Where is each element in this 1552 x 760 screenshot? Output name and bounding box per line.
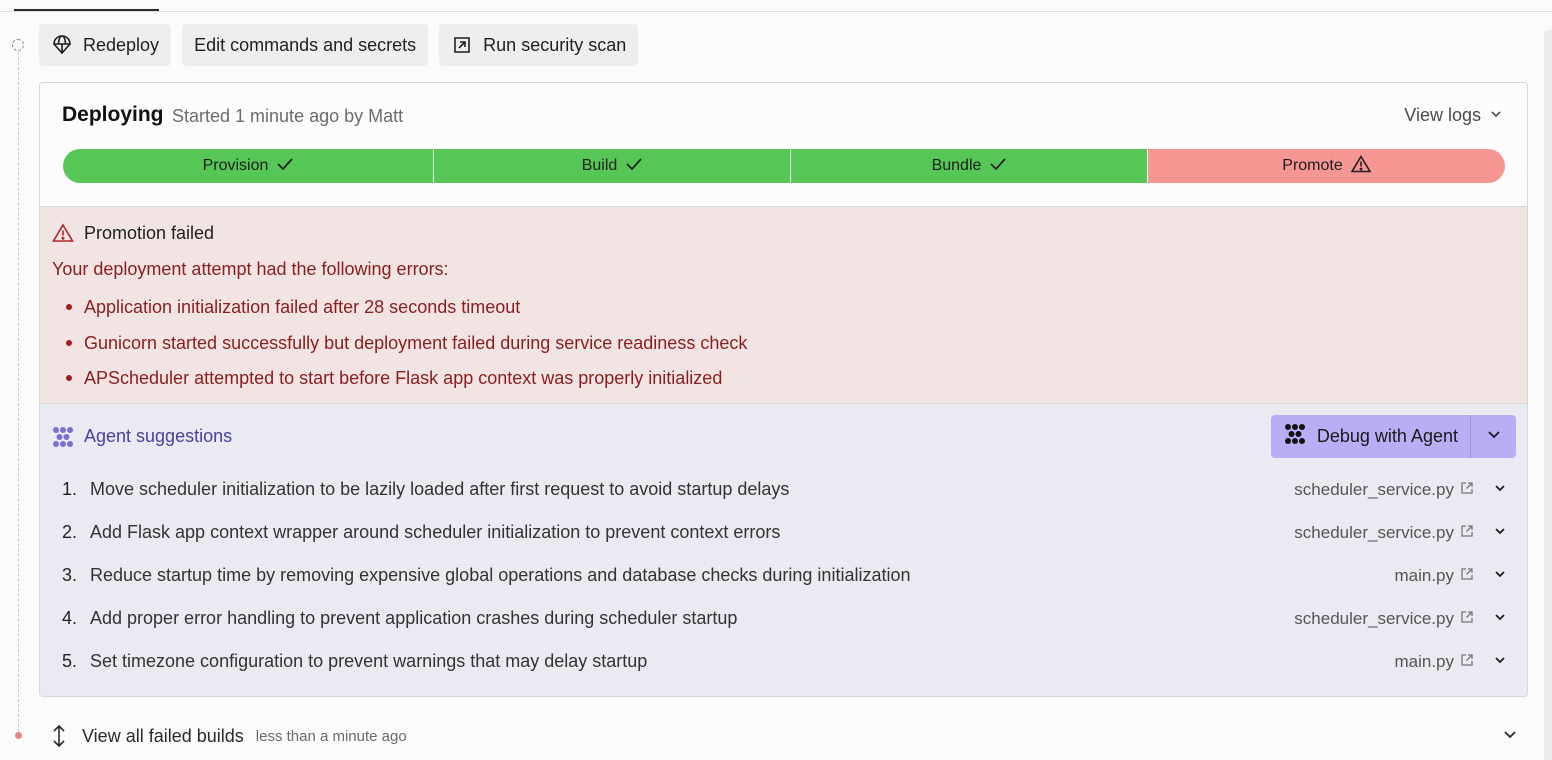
stage-label: Promote [1282, 157, 1343, 174]
suggestion-number: 4. [62, 608, 78, 628]
external-link-icon [1460, 523, 1474, 543]
stage-provision: Provision [63, 149, 435, 183]
active-tab-indicator [14, 9, 159, 11]
expand-suggestion-button[interactable] [1488, 651, 1512, 672]
deployment-subtitle: Started 1 minute ago by Matt [172, 106, 404, 126]
debug-options-button[interactable] [1470, 415, 1516, 458]
error-panel: Promotion failed Your deployment attempt… [40, 206, 1527, 404]
suggestion-item[interactable]: 3. Reduce startup time by removing expen… [62, 554, 1512, 597]
suggestion-file-link[interactable]: scheduler_service.py [1294, 480, 1474, 500]
external-link-icon [1460, 609, 1474, 629]
stage-label: Provision [202, 157, 269, 174]
error-list: Application initialization failed after … [65, 295, 747, 402]
suggestion-text: Move scheduler initialization to be lazi… [90, 479, 790, 499]
suggestion-number: 2. [62, 522, 78, 542]
stage-bundle: Bundle [791, 149, 1149, 183]
expand-suggestion-button[interactable] [1488, 608, 1512, 629]
suggestion-file-link[interactable]: main.py [1394, 566, 1474, 586]
suggestion-item[interactable]: 4. Add proper error handling to prevent … [62, 597, 1512, 640]
suggestion-list: 1. Move scheduler initialization to be l… [62, 468, 1512, 683]
debug-with-agent-group: Debug with Agent [1270, 415, 1516, 458]
file-name: scheduler_service.py [1294, 522, 1454, 542]
redeploy-label: Redeploy [83, 34, 160, 55]
external-scan-icon [451, 34, 473, 56]
check-icon [625, 156, 643, 177]
security-scan-button[interactable]: Run security scan [439, 24, 639, 66]
view-failed-builds-label: View all failed builds [82, 725, 244, 746]
file-name: main.py [1394, 565, 1454, 585]
expand-suggestion-button[interactable] [1488, 522, 1512, 543]
agent-dots-icon [51, 425, 75, 449]
deployment-toolbar: Redeploy Edit commands and secrets Run s… [39, 24, 639, 66]
stage-build: Build [434, 149, 792, 183]
top-divider [0, 11, 1552, 12]
check-icon [276, 156, 294, 177]
file-name: main.py [1394, 651, 1454, 671]
view-failed-builds-row[interactable]: View all failed builds less than a minut… [48, 722, 1518, 750]
suggestion-file-link[interactable]: main.py [1394, 652, 1474, 672]
error-title: Promotion failed [84, 223, 215, 243]
warning-triangle-icon [1350, 154, 1372, 178]
chevron-down-icon [1493, 651, 1507, 672]
external-link-icon [1460, 480, 1474, 500]
suggestion-text: Reduce startup time by removing expensiv… [90, 565, 911, 585]
agent-dots-icon [1283, 422, 1307, 451]
external-link-icon [1460, 652, 1474, 672]
warning-triangle-icon [52, 223, 74, 245]
vertical-arrows-icon [48, 724, 70, 748]
agent-suggestions-title: Agent suggestions [84, 426, 233, 446]
debug-with-agent-button[interactable]: Debug with Agent [1270, 415, 1470, 458]
deployment-status: Deploying [62, 103, 164, 126]
file-name: scheduler_service.py [1294, 479, 1454, 499]
chevron-down-icon [1489, 105, 1503, 126]
suggestion-number: 1. [62, 479, 78, 499]
chevron-down-icon [1486, 426, 1502, 447]
failed-builds-timestamp: less than a minute ago [255, 727, 407, 745]
chevron-down-icon [1493, 479, 1507, 500]
suggestion-file-link[interactable]: scheduler_service.py [1294, 609, 1474, 629]
error-intro: Your deployment attempt had the followin… [52, 259, 449, 279]
chevron-down-icon [1493, 565, 1507, 586]
security-scan-label: Run security scan [483, 34, 627, 55]
suggestion-file-link[interactable]: scheduler_service.py [1294, 523, 1474, 543]
timeline-node-failed [15, 732, 22, 739]
parachute-icon [51, 34, 73, 56]
timeline-line [18, 52, 19, 732]
file-name: scheduler_service.py [1294, 608, 1454, 628]
suggestion-item[interactable]: 1. Move scheduler initialization to be l… [62, 468, 1512, 511]
scrollbar[interactable] [1544, 30, 1552, 760]
timeline-node-pending [12, 39, 24, 51]
error-item: Gunicorn started successfully but deploy… [65, 331, 747, 367]
edit-commands-button[interactable]: Edit commands and secrets [182, 24, 429, 66]
suggestion-text: Add Flask app context wrapper around sch… [90, 522, 781, 542]
external-link-icon [1460, 566, 1474, 586]
view-logs-label: View logs [1404, 105, 1481, 125]
error-item: Application initialization failed after … [65, 295, 747, 331]
agent-suggestions-panel: Agent suggestions Debug with Agent 1. Mo… [40, 404, 1527, 696]
stage-label: Bundle [931, 157, 982, 174]
redeploy-button[interactable]: Redeploy [39, 24, 172, 66]
suggestion-text: Set timezone configuration to prevent wa… [90, 651, 648, 671]
deployment-card: Deploying Started 1 minute ago by Matt V… [39, 82, 1528, 697]
expand-suggestion-button[interactable] [1488, 565, 1512, 586]
error-item: APScheduler attempted to start before Fl… [65, 366, 747, 402]
expand-suggestion-button[interactable] [1488, 479, 1512, 500]
suggestion-number: 5. [62, 651, 78, 671]
edit-commands-label: Edit commands and secrets [194, 34, 417, 55]
suggestion-number: 3. [62, 565, 78, 585]
view-logs-button[interactable]: View logs [1404, 105, 1503, 126]
chevron-down-icon [1493, 608, 1507, 629]
stage-promote: Promote [1148, 149, 1505, 183]
suggestion-item[interactable]: 5. Set timezone configuration to prevent… [62, 640, 1512, 683]
chevron-down-icon [1493, 522, 1507, 543]
suggestion-item[interactable]: 2. Add Flask app context wrapper around … [62, 511, 1512, 554]
check-icon [989, 156, 1007, 177]
deployment-stages: Provision Build Bundle Promote [63, 149, 1505, 183]
chevron-down-icon[interactable] [1502, 726, 1518, 747]
deployment-header: Deploying Started 1 minute ago by Matt V… [40, 83, 1527, 206]
suggestion-text: Add proper error handling to prevent app… [90, 608, 738, 628]
debug-with-agent-label: Debug with Agent [1316, 426, 1458, 446]
stage-label: Build [581, 157, 618, 174]
